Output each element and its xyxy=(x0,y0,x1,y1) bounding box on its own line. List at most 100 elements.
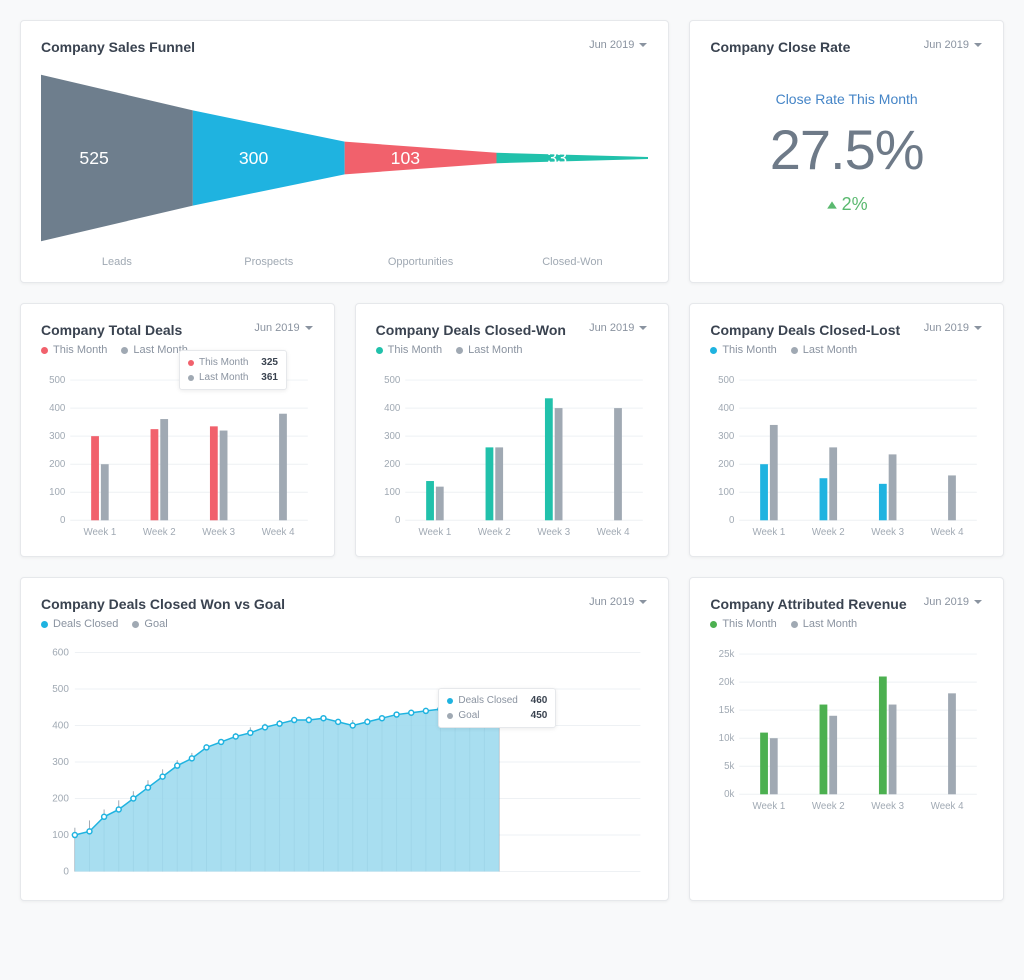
svg-text:Week 3: Week 3 xyxy=(872,527,905,538)
svg-text:Week 1: Week 1 xyxy=(84,527,117,538)
revenue-card: Company Attributed Revenue Jun 2019 This… xyxy=(689,577,1004,901)
svg-text:Week 1: Week 1 xyxy=(753,801,786,812)
bar-chart: 0100200300400500Week 1Week 2Week 3Week 4 xyxy=(41,372,314,542)
svg-text:0: 0 xyxy=(729,515,735,526)
bullet-icon xyxy=(791,621,798,628)
svg-text:500: 500 xyxy=(718,375,735,386)
funnel-chart: 525 300 103 33 xyxy=(41,73,648,246)
svg-text:200: 200 xyxy=(49,459,66,470)
chevron-down-icon xyxy=(973,323,983,333)
svg-text:Week 4: Week 4 xyxy=(931,527,964,538)
card-title: Company Sales Funnel xyxy=(41,39,195,55)
bullet-icon xyxy=(121,347,128,354)
bar-chart: 0100200300400500Week 1Week 2Week 3Week 4 xyxy=(376,372,649,542)
svg-text:25k: 25k xyxy=(719,649,735,660)
svg-text:200: 200 xyxy=(52,794,69,805)
bullet-icon xyxy=(791,347,798,354)
svg-text:Week 4: Week 4 xyxy=(596,527,629,538)
svg-text:15k: 15k xyxy=(719,705,735,716)
bullet-icon xyxy=(41,621,48,628)
svg-text:20k: 20k xyxy=(719,677,735,688)
total-deals-card: Company Total Deals Jun 2019 This Month … xyxy=(20,303,335,557)
svg-text:500: 500 xyxy=(52,684,69,695)
svg-text:Week 4: Week 4 xyxy=(931,801,964,812)
date-selector[interactable]: Jun 2019 xyxy=(924,596,983,608)
svg-text:600: 600 xyxy=(52,647,69,658)
svg-text:100: 100 xyxy=(52,830,69,841)
svg-text:100: 100 xyxy=(49,487,66,498)
date-selector[interactable]: Jun 2019 xyxy=(254,322,313,334)
date-label: Jun 2019 xyxy=(924,596,969,608)
svg-text:400: 400 xyxy=(718,403,735,414)
svg-text:10k: 10k xyxy=(719,733,735,744)
chevron-down-icon xyxy=(973,40,983,50)
chevron-down-icon xyxy=(304,323,314,333)
svg-text:525: 525 xyxy=(79,148,109,168)
svg-text:300: 300 xyxy=(49,431,66,442)
funnel-stage-labels: LeadsProspectsOpportunitiesClosed-Won xyxy=(41,256,648,268)
chevron-down-icon xyxy=(638,40,648,50)
legend: This Month Last Month xyxy=(710,618,983,630)
svg-text:Week 3: Week 3 xyxy=(202,527,235,538)
card-title: Company Deals Closed-Won xyxy=(376,322,566,338)
date-selector[interactable]: Jun 2019 xyxy=(924,39,983,51)
svg-text:Week 3: Week 3 xyxy=(537,527,570,538)
svg-text:0: 0 xyxy=(60,515,66,526)
svg-text:0k: 0k xyxy=(724,789,734,800)
svg-text:200: 200 xyxy=(718,459,735,470)
svg-text:300: 300 xyxy=(718,431,735,442)
svg-text:33: 33 xyxy=(547,148,567,168)
chevron-down-icon xyxy=(638,597,648,607)
close-rate-delta: 2% xyxy=(826,194,868,215)
close-rate-value: 27.5% xyxy=(770,117,924,182)
date-selector[interactable]: Jun 2019 xyxy=(924,322,983,334)
svg-text:500: 500 xyxy=(384,375,401,386)
svg-text:103: 103 xyxy=(391,148,421,168)
caret-up-icon xyxy=(826,199,838,211)
svg-text:Week 2: Week 2 xyxy=(478,527,511,538)
svg-text:400: 400 xyxy=(52,720,69,731)
card-title: Company Attributed Revenue xyxy=(710,596,906,612)
card-title: Company Close Rate xyxy=(710,39,850,55)
bar-chart: 0 100 200 300 400 500 Week 1 Week 2 Week 3 Week 4 xyxy=(710,372,983,542)
chart-tooltip: Deals Closed 460 Goal 450 xyxy=(438,688,556,728)
chevron-down-icon xyxy=(973,597,983,607)
area-chart: 0100200300400500600 xyxy=(41,646,648,886)
chart-tooltip: This Month 325 Last Month 361 xyxy=(179,350,287,390)
svg-text:0: 0 xyxy=(63,867,69,878)
legend: This Month Last Month xyxy=(376,344,649,356)
svg-text:Week 1: Week 1 xyxy=(418,527,451,538)
legend: This Month Last Month xyxy=(710,344,983,356)
svg-text:Week 3: Week 3 xyxy=(872,801,905,812)
card-title: Company Deals Closed Won vs Goal xyxy=(41,596,285,612)
bullet-icon xyxy=(456,347,463,354)
card-title: Company Total Deals xyxy=(41,322,182,338)
svg-text:100: 100 xyxy=(718,487,735,498)
funnel-card: Company Sales Funnel Jun 2019 525 300 103 3… xyxy=(20,20,669,283)
svg-text:300: 300 xyxy=(239,148,269,168)
bullet-icon xyxy=(41,347,48,354)
svg-text:Week 2: Week 2 xyxy=(812,527,845,538)
bar-chart: 0k5k10k15k20k25kWeek 1Week 2Week 3Week 4 xyxy=(710,646,983,816)
date-label: Jun 2019 xyxy=(589,322,634,334)
svg-text:Week 2: Week 2 xyxy=(143,527,176,538)
svg-text:100: 100 xyxy=(384,487,401,498)
svg-text:300: 300 xyxy=(384,431,401,442)
date-label: Jun 2019 xyxy=(589,596,634,608)
date-selector[interactable]: Jun 2019 xyxy=(589,596,648,608)
svg-text:400: 400 xyxy=(49,403,66,414)
chevron-down-icon xyxy=(638,323,648,333)
bullet-icon xyxy=(376,347,383,354)
date-label: Jun 2019 xyxy=(589,39,634,51)
svg-text:Week 2: Week 2 xyxy=(812,801,845,812)
close-rate-card: Company Close Rate Jun 2019 Close Rate T… xyxy=(689,20,1004,283)
bullet-icon xyxy=(710,347,717,354)
date-label: Jun 2019 xyxy=(254,322,299,334)
svg-text:0: 0 xyxy=(395,515,401,526)
svg-text:200: 200 xyxy=(384,459,401,470)
date-selector[interactable]: Jun 2019 xyxy=(589,322,648,334)
closed-won-card: Company Deals Closed-Won Jun 2019 This M… xyxy=(355,303,670,557)
date-selector[interactable]: Jun 2019 xyxy=(589,39,648,51)
date-label: Jun 2019 xyxy=(924,39,969,51)
svg-text:Week 1: Week 1 xyxy=(753,527,786,538)
